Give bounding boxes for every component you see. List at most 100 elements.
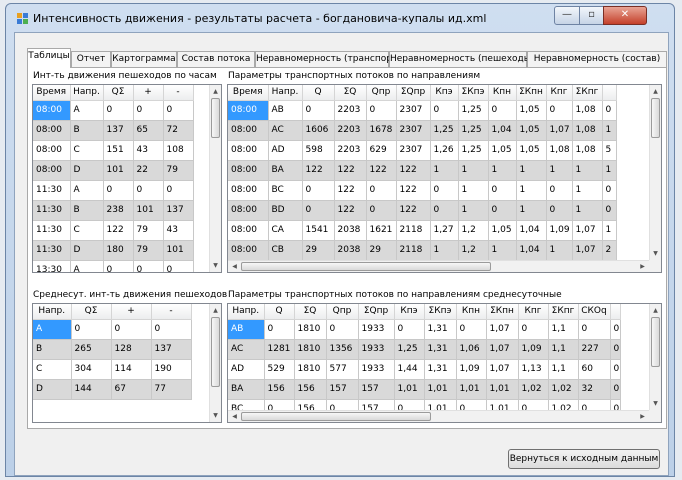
table-cell[interactable]: 08:00	[33, 160, 71, 181]
table-row[interactable]: 08:00 AB 0 2203 0 2307 0 1,25 0 1,05 0 1,08 0	[228, 100, 617, 121]
table-cell[interactable]: 122	[302, 160, 335, 181]
table-cell[interactable]: 265	[71, 339, 112, 360]
table-cell[interactable]: 0	[610, 379, 621, 400]
table-cell[interactable]: 1,02	[518, 379, 549, 400]
column-header[interactable]: Время	[228, 85, 269, 101]
table-cell[interactable]: 629	[366, 140, 397, 161]
table-row[interactable]: 08:00 CA 1541 2038 1621 2118 1,27 1,2 1,05 1,04 1,…	[228, 220, 617, 241]
table-cell[interactable]: 60	[578, 359, 611, 380]
table-cell[interactable]: 0	[430, 100, 459, 121]
table-cell[interactable]: 1,09	[518, 339, 549, 360]
table-cell[interactable]: CA	[268, 220, 303, 241]
column-header[interactable]: QΣ	[71, 304, 112, 320]
table-cell[interactable]: 144	[71, 379, 112, 400]
table-cell[interactable]: 32	[578, 379, 611, 400]
table-cell[interactable]: 08:00	[33, 120, 71, 141]
table-cell[interactable]: 2203	[334, 140, 367, 161]
scroll-thumb[interactable]	[241, 412, 431, 421]
table-cell[interactable]: 577	[326, 359, 359, 380]
table-cell[interactable]: 227	[578, 339, 611, 360]
table-cell[interactable]: 0	[610, 319, 621, 340]
scroll-down-arrow-icon[interactable]: ▼	[650, 398, 661, 409]
table-row[interactable]: 08:00 BA 122 122 122 122 1 1 1 1 1 1 1	[228, 160, 617, 181]
table-cell[interactable]: 122	[396, 160, 431, 181]
table-cell[interactable]: 0	[546, 180, 573, 201]
table-cell[interactable]: 1,05	[488, 140, 517, 161]
column-header[interactable]: Q	[302, 85, 335, 101]
table-cell[interactable]: D	[70, 160, 104, 181]
table-cell[interactable]: 67	[111, 379, 152, 400]
tab-5[interactable]: Неравномерность (транспорт)	[255, 51, 401, 67]
table-cell[interactable]: 5	[602, 140, 617, 161]
table-cell[interactable]: 1	[488, 240, 517, 261]
table-cell[interactable]: 1	[458, 200, 489, 221]
table-cell[interactable]: 1,01	[486, 379, 519, 400]
table-cell[interactable]: 1,07	[486, 339, 519, 360]
table-cell[interactable]: 08:00	[228, 140, 269, 161]
table-cell[interactable]: 1,2	[458, 220, 489, 241]
table-cell[interactable]: 1,01	[424, 379, 457, 400]
table-cell[interactable]: 08:00	[33, 100, 71, 121]
table-cell[interactable]: 0	[133, 180, 164, 201]
table-cell[interactable]: 1,44	[394, 359, 425, 380]
tab-2[interactable]: Отчет	[71, 51, 111, 67]
table-row[interactable]: 08:00 AC 1606 2203 1678 2307 1,25 1,25 1,04 1,05 1…	[228, 120, 617, 141]
table-cell[interactable]: 08:00	[228, 100, 269, 121]
table-cell[interactable]: 08:00	[228, 220, 269, 241]
table-cell[interactable]: 29	[366, 240, 397, 261]
table-cell[interactable]: AC	[268, 120, 303, 141]
table-row[interactable]: 08:00 C 151 43 108	[33, 140, 194, 161]
table-cell[interactable]: 0	[302, 200, 335, 221]
table-cell[interactable]: 128	[111, 339, 152, 360]
table-cell[interactable]: 0	[111, 319, 152, 340]
scroll-up-arrow-icon[interactable]: ▲	[210, 86, 221, 97]
scroll-right-arrow-icon[interactable]: ▶	[637, 261, 648, 272]
table-cell[interactable]: 0	[366, 200, 397, 221]
table-cell[interactable]: 1810	[294, 359, 327, 380]
table-cell[interactable]: 72	[163, 120, 194, 141]
table-cell[interactable]: B	[70, 120, 104, 141]
table-cell[interactable]: 1,05	[516, 100, 547, 121]
scroll-up-arrow-icon[interactable]: ▲	[210, 305, 221, 316]
table-cell[interactable]: 0	[103, 100, 134, 121]
table-cell[interactable]: 304	[71, 359, 112, 380]
table-cell[interactable]: CB	[268, 240, 303, 261]
table-cell[interactable]: 79	[133, 240, 164, 261]
table-cell[interactable]: AD	[228, 359, 265, 380]
table-cell[interactable]: 1810	[294, 339, 327, 360]
table-cell[interactable]: 1,07	[486, 319, 519, 340]
table-cell[interactable]: 2118	[396, 240, 431, 261]
column-header[interactable]: ΣQ	[294, 304, 327, 320]
return-to-source-data-button[interactable]: Вернуться к исходным данным	[508, 449, 660, 469]
scroll-thumb[interactable]	[211, 317, 220, 387]
column-header[interactable]: QΣ	[103, 85, 134, 101]
table-cell[interactable]: 122	[366, 160, 397, 181]
table-cell[interactable]: 190	[151, 359, 192, 380]
table-cell[interactable]: 122	[334, 160, 367, 181]
table-row[interactable]: 11:30 B 238 101 137	[33, 200, 194, 221]
scroll-thumb[interactable]	[651, 98, 660, 138]
table-cell[interactable]: 101	[133, 200, 164, 221]
table-row[interactable]: 08:00 CB 29 2038 29 2118 1 1,2 1 1,04 1 1,07 2	[228, 240, 617, 261]
table-cell[interactable]: 1678	[366, 120, 397, 141]
table-row[interactable]: AB 0 1810 0 1933 0 1,31 0 1,07 0 1,1 0 0	[228, 319, 621, 340]
table-cell[interactable]: 1,08	[572, 100, 603, 121]
table-cell[interactable]: 101	[103, 160, 134, 181]
table-cell[interactable]: 11:30	[33, 180, 71, 201]
table-cell[interactable]: 1,1	[548, 319, 579, 340]
column-header[interactable]: ΣКпэ	[424, 304, 457, 320]
column-header[interactable]: Напр.	[228, 304, 265, 320]
table-row[interactable]: 08:00 AD 598 2203 629 2307 1,26 1,25 1,05 1,05 1,0…	[228, 140, 617, 161]
table-cell[interactable]: 529	[264, 359, 295, 380]
table-cell[interactable]: 1,27	[430, 220, 459, 241]
scroll-down-arrow-icon[interactable]: ▼	[210, 410, 221, 421]
table-cell[interactable]: B	[70, 200, 104, 221]
table-cell[interactable]: 122	[334, 180, 367, 201]
table-cell[interactable]: 1	[602, 120, 617, 141]
table-cell[interactable]: 1,07	[546, 120, 573, 141]
table-cell[interactable]: 1	[430, 160, 459, 181]
column-header[interactable]	[602, 85, 617, 101]
column-header[interactable]: Кпэ	[394, 304, 425, 320]
table-cell[interactable]: 2118	[396, 220, 431, 241]
column-header[interactable]: Кпн	[488, 85, 517, 101]
